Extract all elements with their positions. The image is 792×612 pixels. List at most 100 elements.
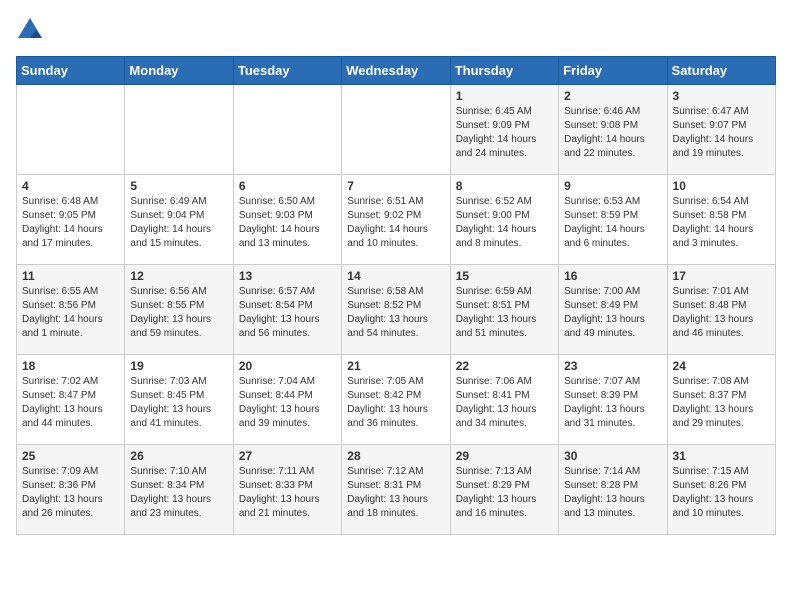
calendar-cell	[125, 85, 233, 175]
calendar-cell: 12 Sunrise: 6:56 AM Sunset: 8:55 PM Dayli…	[125, 265, 233, 355]
cell-content: Sunrise: 7:03 AM Sunset: 8:45 PM Dayligh…	[130, 375, 227, 431]
calendar-cell: 22 Sunrise: 7:06 AM Sunset: 8:41 PM Dayli…	[450, 355, 558, 445]
calendar-cell: 13Sunrise: 6:57 AM Sunset: 8:54 PM Dayli…	[233, 265, 341, 355]
column-header-wednesday: Wednesday	[342, 57, 450, 85]
column-header-monday: Monday	[125, 57, 233, 85]
day-number: 25	[22, 449, 119, 463]
day-number: 26	[130, 449, 227, 463]
cell-content: Sunrise: 6:59 AM Sunset: 8:51 PM Dayligh…	[456, 285, 553, 341]
day-number: 19	[130, 359, 227, 373]
calendar-cell: 8 Sunrise: 6:52 AM Sunset: 9:00 PM Daylig…	[450, 175, 558, 265]
day-number: 27	[239, 449, 336, 463]
day-number: 31	[673, 449, 770, 463]
cell-content: Sunrise: 6:58 AM Sunset: 8:52 PM Dayligh…	[347, 285, 444, 341]
calendar-cell: 17 Sunrise: 7:01 AM Sunset: 8:48 PM Dayli…	[667, 265, 775, 355]
cell-content: Sunrise: 6:52 AM Sunset: 9:00 PM Dayligh…	[456, 195, 553, 251]
column-header-tuesday: Tuesday	[233, 57, 341, 85]
cell-content: Sunrise: 7:04 AM Sunset: 8:44 PM Dayligh…	[239, 375, 336, 431]
day-number: 9	[564, 179, 661, 193]
day-number: 4	[22, 179, 119, 193]
calendar-cell: 23Sunrise: 7:07 AM Sunset: 8:39 PM Dayli…	[559, 355, 667, 445]
calendar-week-row: 11 Sunrise: 6:55 AM Sunset: 8:56 PM Dayli…	[17, 265, 776, 355]
calendar-cell: 16 Sunrise: 7:00 AM Sunset: 8:49 PM Dayli…	[559, 265, 667, 355]
column-header-sunday: Sunday	[17, 57, 125, 85]
calendar-cell: 19 Sunrise: 7:03 AM Sunset: 8:45 PM Dayli…	[125, 355, 233, 445]
cell-content: Sunrise: 6:55 AM Sunset: 8:56 PM Dayligh…	[22, 285, 119, 341]
calendar-cell: 20 Sunrise: 7:04 AM Sunset: 8:44 PM Dayli…	[233, 355, 341, 445]
day-number: 24	[673, 359, 770, 373]
calendar-cell: 27 Sunrise: 7:11 AM Sunset: 8:33 PM Dayli…	[233, 445, 341, 535]
day-number: 21	[347, 359, 444, 373]
calendar-week-row: 18 Sunrise: 7:02 AM Sunset: 8:47 PM Dayli…	[17, 355, 776, 445]
day-number: 28	[347, 449, 444, 463]
calendar-cell: 30 Sunrise: 7:14 AM Sunset: 8:28 PM Dayli…	[559, 445, 667, 535]
column-header-friday: Friday	[559, 57, 667, 85]
calendar-cell: 24 Sunrise: 7:08 AM Sunset: 8:37 PM Dayli…	[667, 355, 775, 445]
day-number: 15	[456, 269, 553, 283]
calendar-week-row: 1Sunrise: 6:45 AM Sunset: 9:09 PM Daylig…	[17, 85, 776, 175]
calendar-cell: 6Sunrise: 6:50 AM Sunset: 9:03 PM Daylig…	[233, 175, 341, 265]
cell-content: Sunrise: 6:47 AM Sunset: 9:07 PM Dayligh…	[673, 105, 770, 161]
calendar-cell: 26 Sunrise: 7:10 AM Sunset: 8:34 PM Dayli…	[125, 445, 233, 535]
day-number: 29	[456, 449, 553, 463]
calendar-header-row: SundayMondayTuesdayWednesdayThursdayFrid…	[17, 57, 776, 85]
day-number: 3	[673, 89, 770, 103]
calendar-cell: 15 Sunrise: 6:59 AM Sunset: 8:51 PM Dayli…	[450, 265, 558, 355]
calendar-cell: 10 Sunrise: 6:54 AM Sunset: 8:58 PM Dayli…	[667, 175, 775, 265]
calendar-cell: 9 Sunrise: 6:53 AM Sunset: 8:59 PM Daylig…	[559, 175, 667, 265]
cell-content: Sunrise: 7:14 AM Sunset: 8:28 PM Dayligh…	[564, 465, 661, 521]
day-number: 5	[130, 179, 227, 193]
calendar-cell: 5 Sunrise: 6:49 AM Sunset: 9:04 PM Daylig…	[125, 175, 233, 265]
cell-content: Sunrise: 7:01 AM Sunset: 8:48 PM Dayligh…	[673, 285, 770, 341]
day-number: 1	[456, 89, 553, 103]
calendar-cell: 21 Sunrise: 7:05 AM Sunset: 8:42 PM Dayli…	[342, 355, 450, 445]
calendar-cell: 4 Sunrise: 6:48 AM Sunset: 9:05 PM Daylig…	[17, 175, 125, 265]
cell-content: Sunrise: 6:50 AM Sunset: 9:03 PM Dayligh…	[239, 195, 336, 251]
day-number: 20	[239, 359, 336, 373]
cell-content: Sunrise: 7:06 AM Sunset: 8:41 PM Dayligh…	[456, 375, 553, 431]
calendar-cell: 1Sunrise: 6:45 AM Sunset: 9:09 PM Daylig…	[450, 85, 558, 175]
day-number: 13	[239, 269, 336, 283]
cell-content: Sunrise: 6:53 AM Sunset: 8:59 PM Dayligh…	[564, 195, 661, 251]
calendar-cell: 14 Sunrise: 6:58 AM Sunset: 8:52 PM Dayli…	[342, 265, 450, 355]
cell-content: Sunrise: 6:46 AM Sunset: 9:08 PM Dayligh…	[564, 105, 661, 161]
calendar-cell: 3 Sunrise: 6:47 AM Sunset: 9:07 PM Daylig…	[667, 85, 775, 175]
generalblue-logo-icon	[16, 16, 44, 44]
day-number: 22	[456, 359, 553, 373]
day-number: 17	[673, 269, 770, 283]
day-number: 14	[347, 269, 444, 283]
cell-content: Sunrise: 6:49 AM Sunset: 9:04 PM Dayligh…	[130, 195, 227, 251]
logo	[16, 16, 48, 44]
cell-content: Sunrise: 7:08 AM Sunset: 8:37 PM Dayligh…	[673, 375, 770, 431]
cell-content: Sunrise: 6:56 AM Sunset: 8:55 PM Dayligh…	[130, 285, 227, 341]
calendar-table: SundayMondayTuesdayWednesdayThursdayFrid…	[16, 56, 776, 535]
day-number: 8	[456, 179, 553, 193]
cell-content: Sunrise: 7:02 AM Sunset: 8:47 PM Dayligh…	[22, 375, 119, 431]
cell-content: Sunrise: 6:48 AM Sunset: 9:05 PM Dayligh…	[22, 195, 119, 251]
calendar-cell: 31 Sunrise: 7:15 AM Sunset: 8:26 PM Dayli…	[667, 445, 775, 535]
calendar-cell: 11 Sunrise: 6:55 AM Sunset: 8:56 PM Dayli…	[17, 265, 125, 355]
cell-content: Sunrise: 7:10 AM Sunset: 8:34 PM Dayligh…	[130, 465, 227, 521]
day-number: 10	[673, 179, 770, 193]
calendar-cell: 25 Sunrise: 7:09 AM Sunset: 8:36 PM Dayli…	[17, 445, 125, 535]
calendar-cell: 2 Sunrise: 6:46 AM Sunset: 9:08 PM Daylig…	[559, 85, 667, 175]
day-number: 18	[22, 359, 119, 373]
day-number: 12	[130, 269, 227, 283]
day-number: 16	[564, 269, 661, 283]
cell-content: Sunrise: 7:00 AM Sunset: 8:49 PM Dayligh…	[564, 285, 661, 341]
day-number: 11	[22, 269, 119, 283]
cell-content: Sunrise: 7:11 AM Sunset: 8:33 PM Dayligh…	[239, 465, 336, 521]
calendar-cell: 28 Sunrise: 7:12 AM Sunset: 8:31 PM Dayli…	[342, 445, 450, 535]
cell-content: Sunrise: 6:54 AM Sunset: 8:58 PM Dayligh…	[673, 195, 770, 251]
column-header-thursday: Thursday	[450, 57, 558, 85]
cell-content: Sunrise: 7:12 AM Sunset: 8:31 PM Dayligh…	[347, 465, 444, 521]
page-header	[16, 16, 776, 44]
cell-content: Sunrise: 7:05 AM Sunset: 8:42 PM Dayligh…	[347, 375, 444, 431]
cell-content: Sunrise: 7:15 AM Sunset: 8:26 PM Dayligh…	[673, 465, 770, 521]
day-number: 2	[564, 89, 661, 103]
calendar-cell: 29Sunrise: 7:13 AM Sunset: 8:29 PM Dayli…	[450, 445, 558, 535]
cell-content: Sunrise: 7:09 AM Sunset: 8:36 PM Dayligh…	[22, 465, 119, 521]
calendar-cell: 18 Sunrise: 7:02 AM Sunset: 8:47 PM Dayli…	[17, 355, 125, 445]
cell-content: Sunrise: 6:51 AM Sunset: 9:02 PM Dayligh…	[347, 195, 444, 251]
day-number: 30	[564, 449, 661, 463]
